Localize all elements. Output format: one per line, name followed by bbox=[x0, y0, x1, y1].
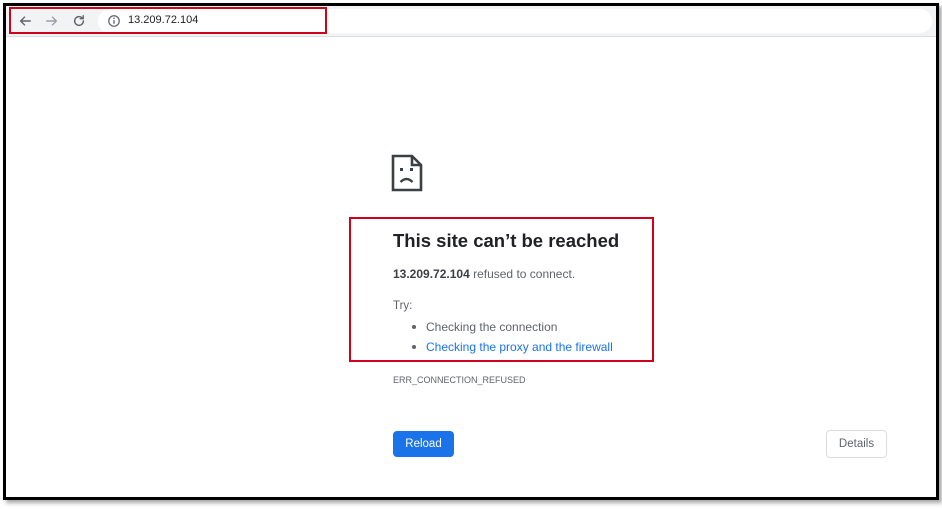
suggestion-check-proxy-firewall-link[interactable]: Checking the proxy and the firewall bbox=[412, 340, 613, 354]
browser-window: 13.209.72.104 This site can’t be reached… bbox=[3, 3, 939, 500]
error-code: ERR_CONNECTION_REFUSED bbox=[393, 375, 526, 385]
error-message-text: refused to connect. bbox=[469, 267, 576, 281]
toolbar-highlight-box bbox=[9, 7, 327, 34]
try-label: Try: bbox=[393, 300, 413, 312]
error-host: 13.209.72.104 bbox=[393, 267, 470, 281]
error-message: 13.209.72.104 refused to connect. bbox=[393, 267, 575, 281]
details-button[interactable]: Details bbox=[826, 430, 887, 458]
bullet bbox=[412, 324, 416, 329]
error-heading: This site can’t be reached bbox=[393, 230, 620, 251]
suggestion-check-connection: Checking the connection bbox=[412, 320, 557, 334]
browser-toolbar: 13.209.72.104 bbox=[6, 6, 936, 37]
bullet bbox=[412, 344, 416, 349]
sad-document-icon bbox=[391, 154, 423, 192]
reload-button[interactable]: Reload bbox=[393, 431, 454, 457]
